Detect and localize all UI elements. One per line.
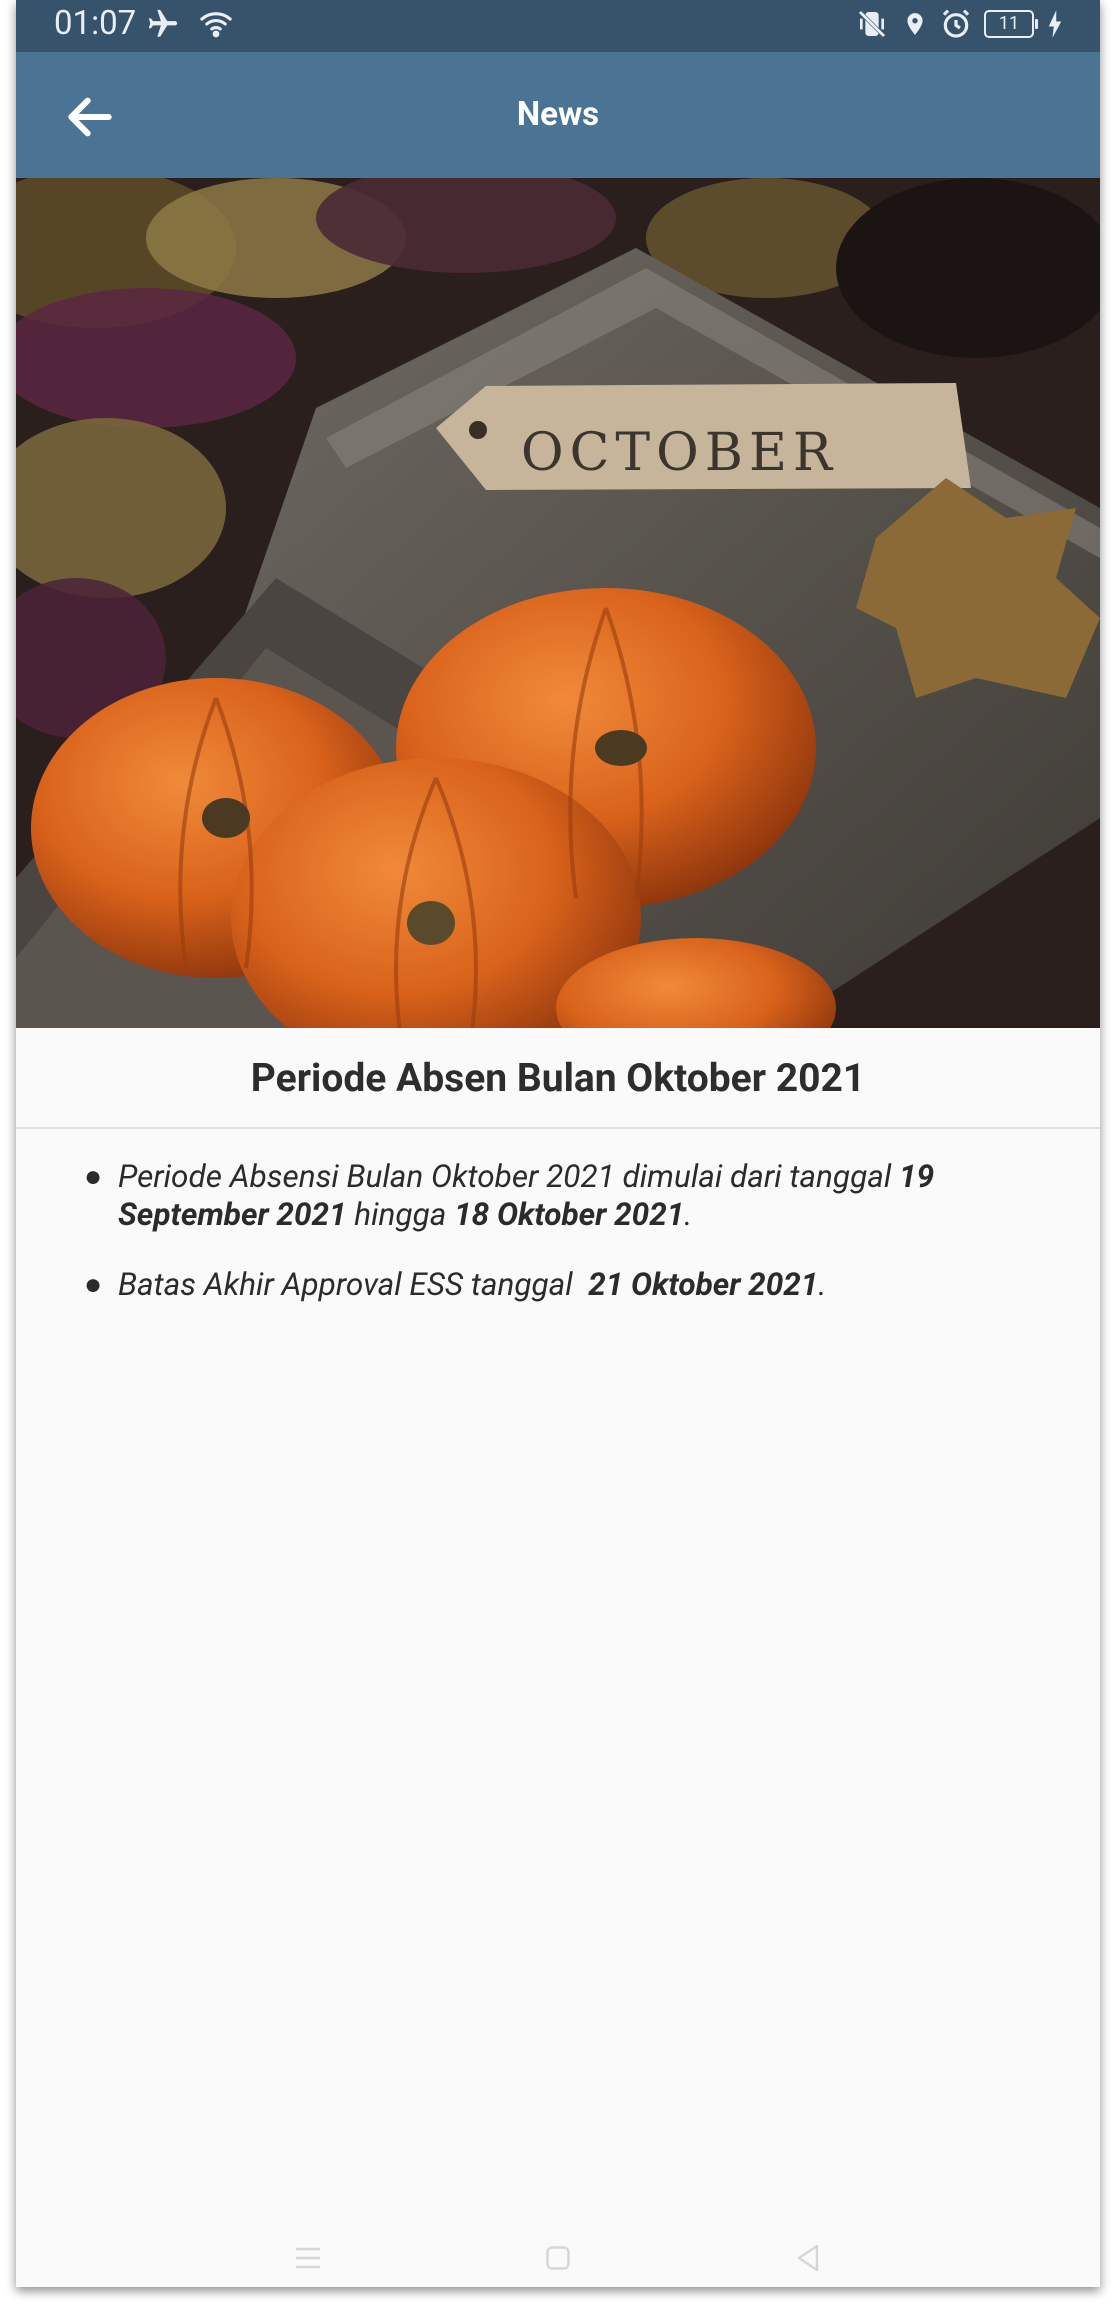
bullet-icon: ● [84,1159,103,1194]
bullet-icon: ● [84,1267,103,1302]
page-title: News [516,95,600,134]
news-image: OCTOBER [16,178,1100,1028]
location-icon [907,13,923,35]
divider [16,1127,1100,1129]
system-nav-bar [16,2220,1100,2287]
app-screen: 01:07 11 News OCTOBER Periode Absen Bula… [16,0,1100,2287]
battery-icon: 11 [984,10,1038,38]
tag-text: OCTOBER [521,423,838,483]
menu-icon[interactable] [290,2240,326,2276]
alarm-icon [942,9,970,38]
list-item: ● Periode Absensi Bulan Oktober 2021 dim… [84,1158,935,1233]
status-time: 01:07 [54,4,137,43]
back-icon[interactable] [790,2240,826,2276]
airplane-icon [148,9,178,37]
list-item: ● Batas Akhir Approval ESS tanggal 21 Ok… [84,1266,827,1303]
vibrate-icon [858,10,886,38]
app-bar: News [16,52,1100,178]
news-content: ● Periode Absensi Bulan Oktober 2021 dim… [16,1158,1100,1336]
home-icon[interactable] [540,2240,576,2276]
wifi-icon [200,12,232,38]
charging-icon [1048,10,1062,38]
news-title: Periode Absen Bulan Oktober 2021 [250,1055,866,1101]
status-bar: 01:07 11 [16,0,1100,52]
